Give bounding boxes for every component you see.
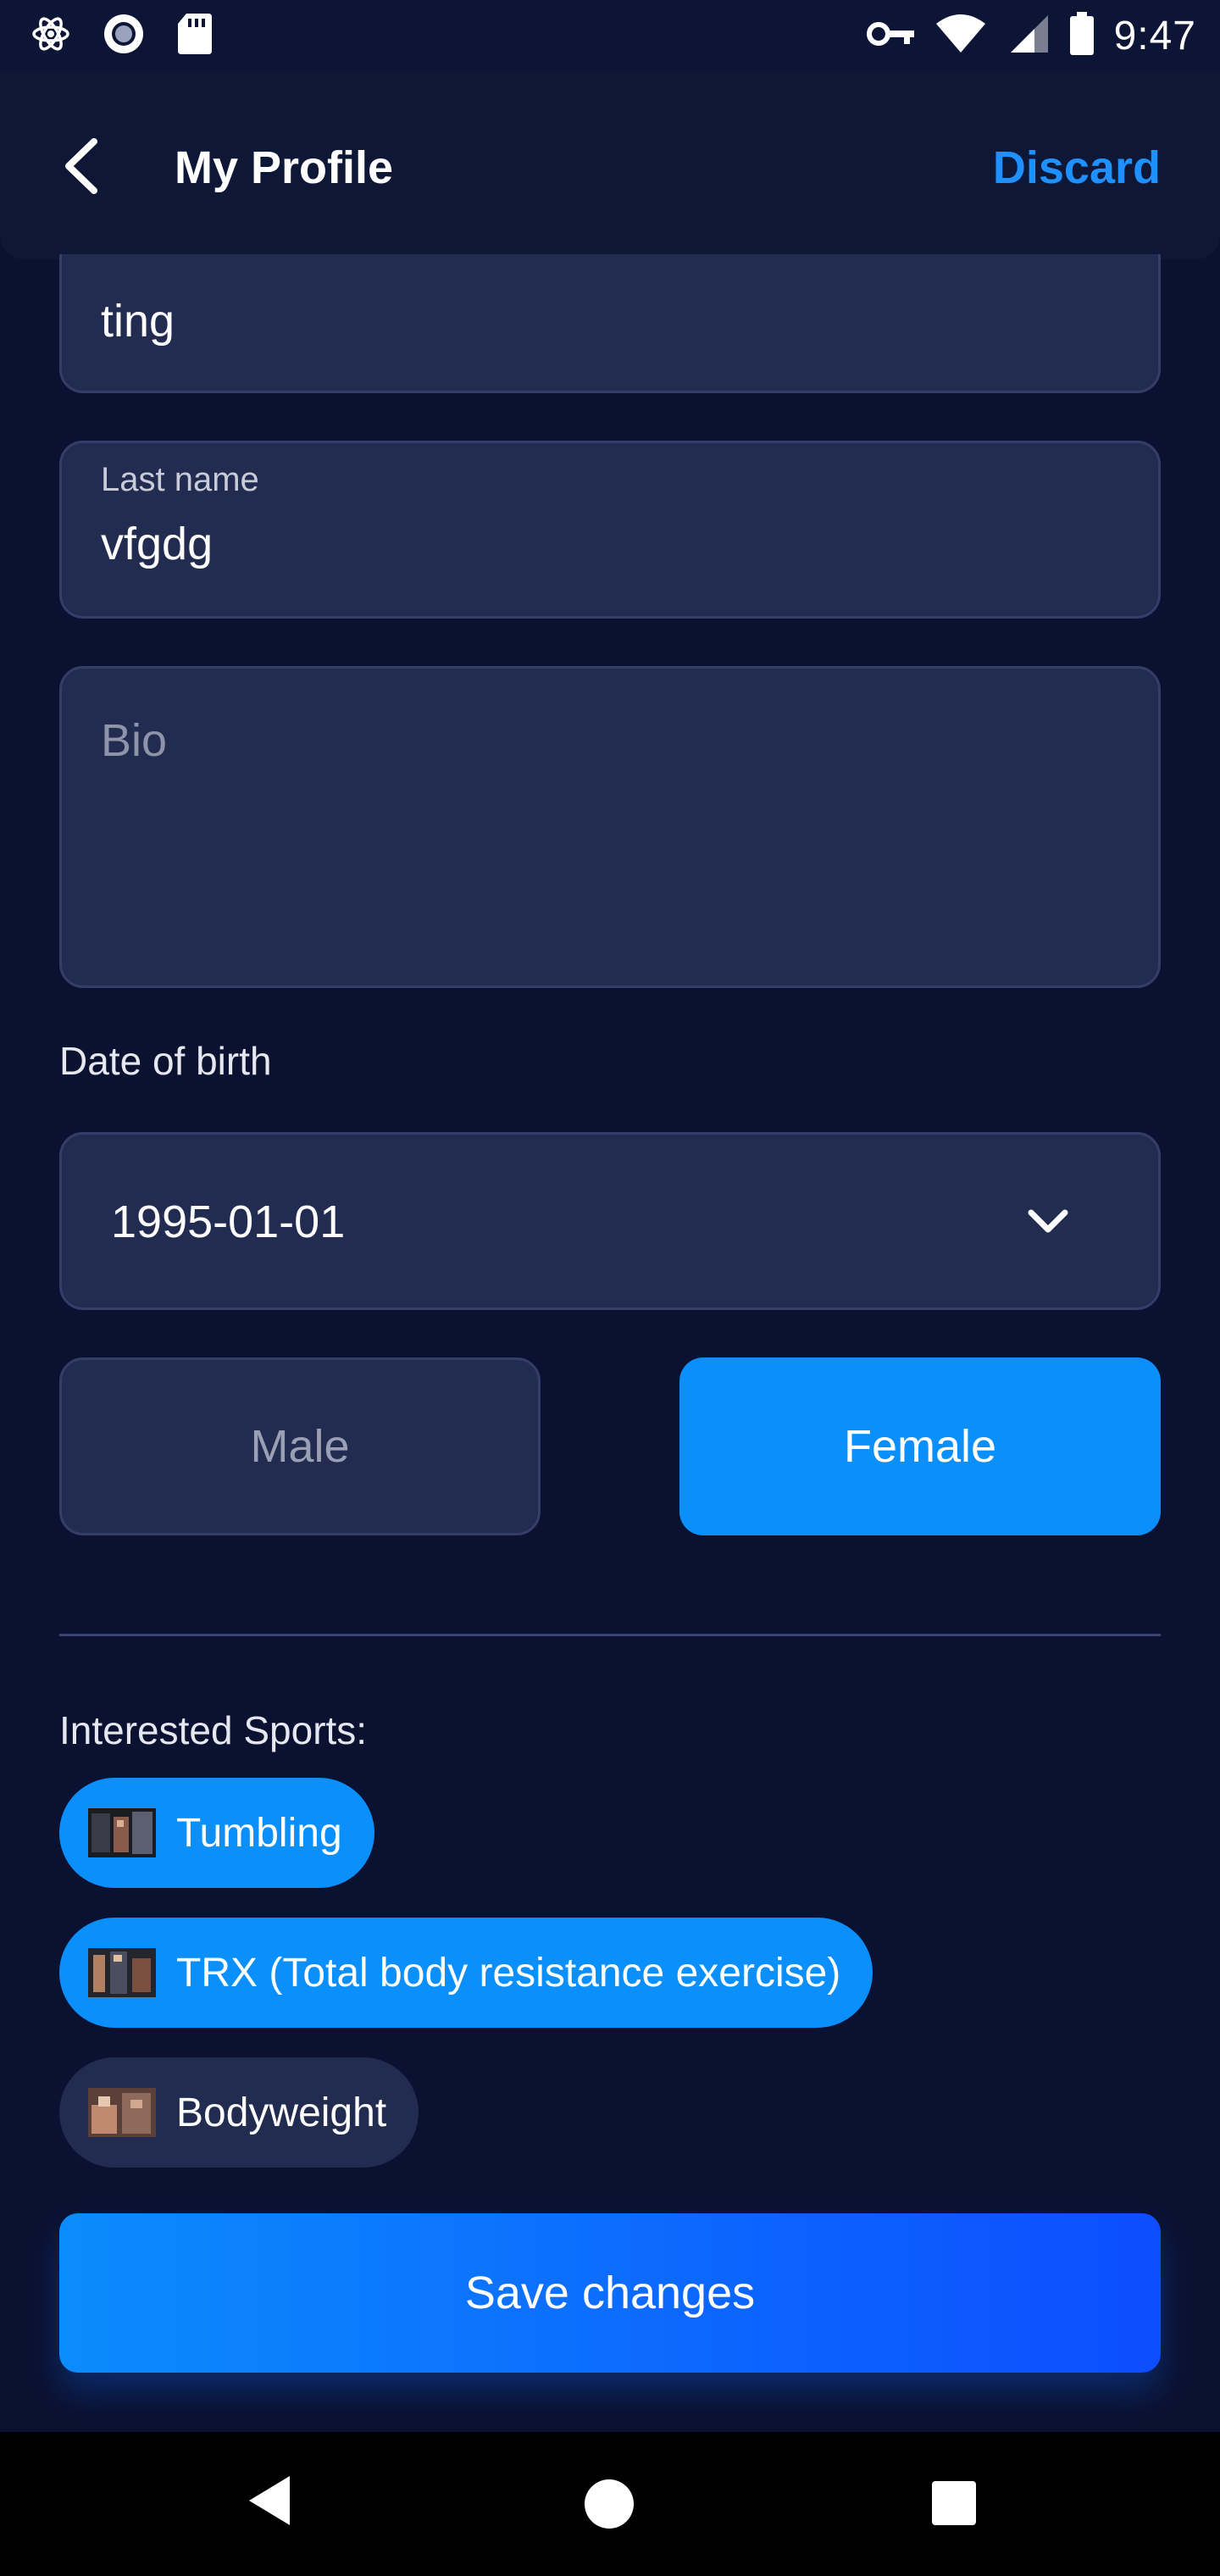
sport-chip-bodyweight[interactable]: Bodyweight (59, 2057, 419, 2168)
gender-female-button[interactable]: Female (679, 1357, 1161, 1535)
status-left-icons (30, 12, 214, 59)
sport-thumbnail (88, 1808, 156, 1857)
wifi-icon (934, 14, 987, 58)
last-name-label: Last name (101, 461, 259, 498)
save-changes-button[interactable]: Save changes (59, 2213, 1161, 2373)
last-name-value: vfgdg (101, 519, 214, 569)
sport-thumbnail (88, 1948, 156, 1997)
page-title: My Profile (175, 142, 394, 193)
system-nav-bar (0, 2432, 1220, 2576)
sport-chip-label: TRX (Total body resistance exercise) (176, 1950, 841, 1996)
sport-chip-tumbling[interactable]: Tumbling (59, 1778, 374, 1888)
last-name-field[interactable]: Last name vfgdg (59, 441, 1161, 619)
sport-chip-label: Bodyweight (176, 2090, 387, 2135)
signal-icon (1006, 14, 1050, 58)
status-time: 9:47 (1113, 13, 1196, 58)
chevron-left-icon (62, 136, 99, 200)
divider (59, 1634, 1161, 1636)
dob-select[interactable]: 1995-01-01 (59, 1132, 1161, 1310)
status-right-icons: 9:47 (866, 8, 1196, 63)
chevron-down-icon (1023, 1196, 1073, 1246)
app-bar: My Profile Discard (0, 71, 1220, 259)
bio-placeholder: Bio (101, 715, 168, 766)
first-name-value: ting (101, 296, 175, 347)
sport-chip-label: Tumbling (176, 1810, 342, 1856)
sport-thumbnail (88, 2088, 156, 2137)
first-name-field[interactable]: ting (59, 254, 1161, 393)
sports-label: Interested Sports: (59, 1708, 368, 1752)
circle-dot-icon (102, 12, 146, 60)
back-button[interactable] (51, 136, 110, 200)
gender-male-button[interactable]: Male (59, 1357, 541, 1535)
bio-field[interactable]: Bio (59, 666, 1161, 988)
nav-back-icon[interactable] (246, 2473, 293, 2533)
sd-card-icon (176, 12, 214, 60)
sport-chip-trx[interactable]: TRX (Total body resistance exercise) (59, 1918, 873, 2028)
dob-label: Date of birth (59, 1039, 272, 1083)
dob-value: 1995-01-01 (111, 1196, 346, 1247)
nav-home-icon[interactable] (585, 2479, 634, 2529)
battery-icon (1068, 11, 1095, 60)
status-bar: 9:47 (0, 0, 1220, 71)
key-icon (866, 19, 916, 53)
discard-button[interactable]: Discard (993, 137, 1161, 198)
atom-icon (30, 12, 71, 60)
nav-recents-icon[interactable] (932, 2481, 976, 2525)
